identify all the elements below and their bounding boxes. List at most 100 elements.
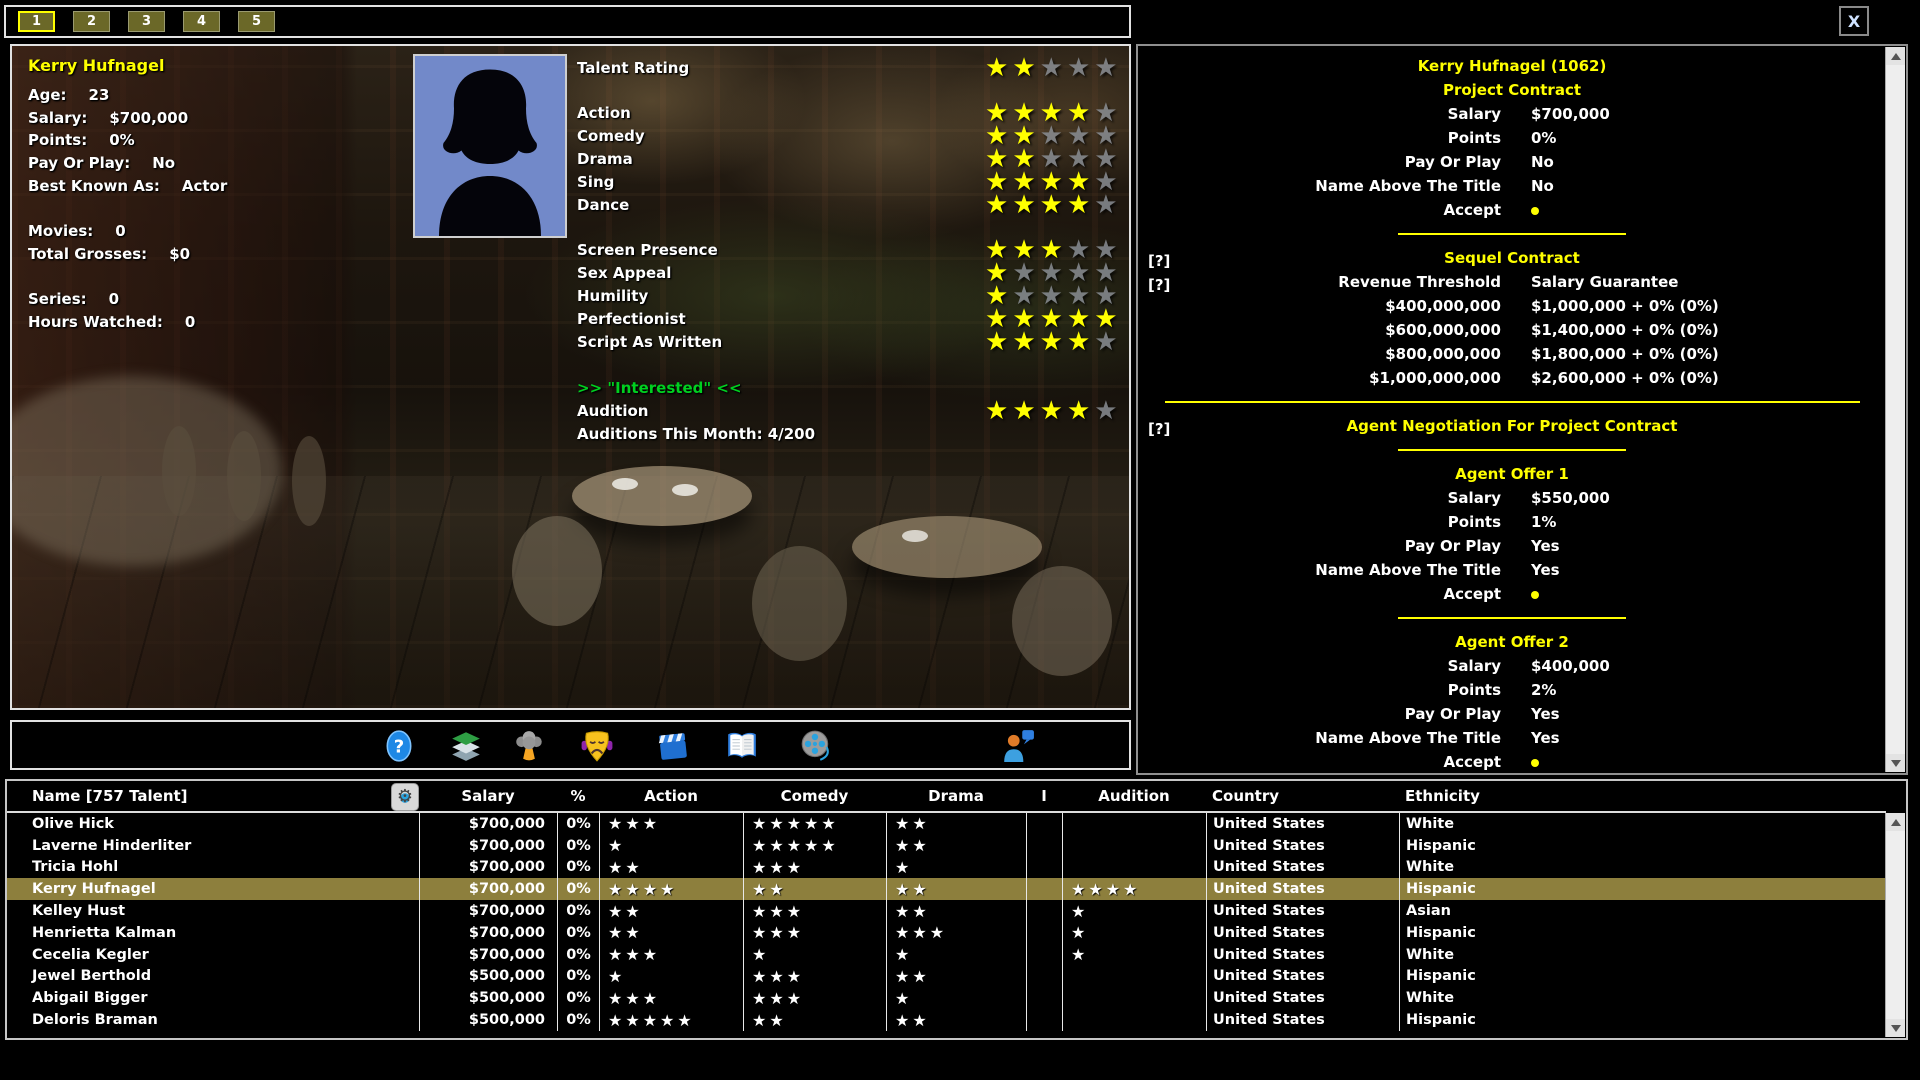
- tab-3[interactable]: 3: [128, 11, 165, 32]
- sequel-table-help-marker[interactable]: [?]: [1148, 276, 1170, 294]
- cell-drama: ★★: [886, 1009, 1026, 1031]
- cell-i: [1026, 944, 1062, 966]
- contract-kv-row: Salary$400,000: [1138, 654, 1886, 678]
- kv-value: $550,000: [1531, 489, 1610, 507]
- cell-name: Olive Hick: [7, 813, 419, 835]
- column-header-drama[interactable]: Drama: [886, 781, 1026, 811]
- scroll-up-icon[interactable]: [1886, 813, 1905, 831]
- talent-portrait: [413, 54, 567, 238]
- talent-table: Name [757 Talent] Salary%ActionComedyDra…: [5, 779, 1908, 1040]
- talent-chat-icon-button[interactable]: [1001, 728, 1037, 764]
- column-header-i[interactable]: I: [1026, 781, 1062, 811]
- cell-country: United States: [1206, 1009, 1399, 1031]
- clapperboard-icon-button[interactable]: [656, 728, 692, 764]
- kv-value: No: [1531, 177, 1554, 195]
- tab-5[interactable]: 5: [238, 11, 275, 32]
- sequel-row: $600,000,000$1,400,000 + 0% (0%): [1138, 318, 1886, 342]
- accept-row: Accept: [1138, 582, 1886, 606]
- layers-icon-button[interactable]: [449, 728, 485, 764]
- contract-scrollbar[interactable]: [1885, 47, 1905, 772]
- agent-offer-heading: Agent Offer 2: [1138, 630, 1886, 654]
- layers-icon: [449, 729, 485, 763]
- kv-value: Yes: [1531, 561, 1560, 579]
- table-row[interactable]: Deloris Braman$500,0000%★★★★★★★★★United …: [7, 1009, 1886, 1031]
- cell-country: United States: [1206, 835, 1399, 857]
- cell-percent: 0%: [557, 1009, 599, 1031]
- cell-salary: $700,000: [419, 922, 557, 944]
- table-row[interactable]: Laverne Hinderliter$700,0000%★★★★★★★★Uni…: [7, 835, 1886, 857]
- cell-i: [1026, 857, 1062, 879]
- negotiation-help-marker[interactable]: [?]: [1148, 420, 1170, 438]
- cell-action: ★★: [599, 900, 743, 922]
- tab-1[interactable]: 1: [18, 11, 55, 32]
- cell-country: United States: [1206, 900, 1399, 922]
- talent-info: Kerry Hufnagel Age:23Salary:$700,000Poin…: [28, 56, 408, 333]
- cell-name: Cecelia Kegler: [7, 944, 419, 966]
- star-rating: ★: [1063, 923, 1088, 942]
- star-rating: ★★★: [600, 945, 660, 964]
- table-row[interactable]: Kelley Hust$700,0000%★★★★★★★★United Stat…: [7, 900, 1886, 922]
- cell-percent: 0%: [557, 966, 599, 988]
- scroll-up-icon[interactable]: [1886, 47, 1905, 65]
- tab-2[interactable]: 2: [73, 11, 110, 32]
- contract-kv-row: Name Above The TitleNo: [1138, 174, 1886, 198]
- table-row[interactable]: Henrietta Kalman$700,0000%★★★★★★★★★Unite…: [7, 922, 1886, 944]
- table-row[interactable]: Cecelia Kegler$700,0000%★★★★★★United Sta…: [7, 944, 1886, 966]
- cell-comedy: ★★: [743, 878, 886, 900]
- column-header-action[interactable]: Action: [599, 781, 743, 811]
- table-settings-gear-icon[interactable]: ⚙: [391, 783, 419, 811]
- kv-value: $1,800,000 + 0% (0%): [1531, 345, 1719, 363]
- column-header-salary[interactable]: Salary: [419, 781, 557, 811]
- table-row[interactable]: Olive Hick$700,0000%★★★★★★★★★★United Sta…: [7, 813, 1886, 835]
- cell-action: ★★★: [599, 987, 743, 1009]
- cell-country: United States: [1206, 966, 1399, 988]
- accept-radio[interactable]: [1531, 207, 1539, 215]
- table-row[interactable]: Jewel Berthold$500,0000%★★★★★★United Sta…: [7, 966, 1886, 988]
- cell-audition: [1062, 966, 1206, 988]
- stat-label: Hours Watched:: [28, 313, 163, 331]
- close-button[interactable]: X: [1839, 6, 1869, 36]
- cell-action: ★★: [599, 922, 743, 944]
- stat-label: Movies:: [28, 222, 93, 240]
- cell-drama: ★★: [886, 835, 1026, 857]
- divider: [1138, 438, 1886, 462]
- script-book-icon-button[interactable]: [725, 728, 761, 764]
- table-row[interactable]: Tricia Hohl$700,0000%★★★★★★United States…: [7, 857, 1886, 879]
- column-header-audition[interactable]: Audition: [1062, 781, 1206, 811]
- column-header-comedy[interactable]: Comedy: [743, 781, 886, 811]
- star-rating: ★: [887, 989, 912, 1008]
- help-icon-button[interactable]: ?: [382, 728, 418, 764]
- cell-salary: $700,000: [419, 944, 557, 966]
- sequel-row: $400,000,000$1,000,000 + 0% (0%): [1138, 294, 1886, 318]
- table-scrollbar[interactable]: [1885, 813, 1905, 1037]
- accept-radio[interactable]: [1531, 591, 1539, 599]
- cell-percent: 0%: [557, 857, 599, 879]
- talent-stat-row: Movies:0: [28, 220, 408, 243]
- table-row[interactable]: Kerry Hufnagel$700,0000%★★★★★★★★★★★★Unit…: [7, 878, 1886, 900]
- clapperboard-icon: [656, 729, 692, 763]
- cell-ethnicity: Hispanic: [1399, 966, 1886, 988]
- sequel-help-marker[interactable]: [?]: [1148, 252, 1170, 270]
- cell-name: Kelley Hust: [7, 900, 419, 922]
- star-rating: ★★: [744, 880, 787, 899]
- kv-value: $700,000: [1531, 105, 1610, 123]
- accept-radio[interactable]: [1531, 759, 1539, 767]
- stat-label: Age:: [28, 86, 67, 104]
- column-header-name[interactable]: Name [757 Talent]: [7, 781, 419, 811]
- table-row[interactable]: Abigail Bigger$500,0000%★★★★★★★United St…: [7, 987, 1886, 1009]
- star-rating: ★★★: [744, 858, 804, 877]
- column-header-%[interactable]: %: [557, 781, 599, 811]
- cell-audition: ★: [1062, 922, 1206, 944]
- scroll-down-icon[interactable]: [1886, 1019, 1905, 1037]
- cell-salary: $700,000: [419, 878, 557, 900]
- film-reel-icon-button[interactable]: [799, 728, 835, 764]
- stat-value: 0: [185, 313, 195, 331]
- cell-ethnicity: Hispanic: [1399, 922, 1886, 944]
- tab-4[interactable]: 4: [183, 11, 220, 32]
- script-book-icon: [725, 729, 761, 763]
- disaster-icon-button[interactable]: [512, 728, 548, 764]
- drama-mask-icon-button[interactable]: [580, 728, 616, 764]
- scroll-down-icon[interactable]: [1886, 754, 1905, 772]
- column-header-ethnicity[interactable]: Ethnicity: [1399, 781, 1886, 811]
- column-header-country[interactable]: Country: [1206, 781, 1399, 811]
